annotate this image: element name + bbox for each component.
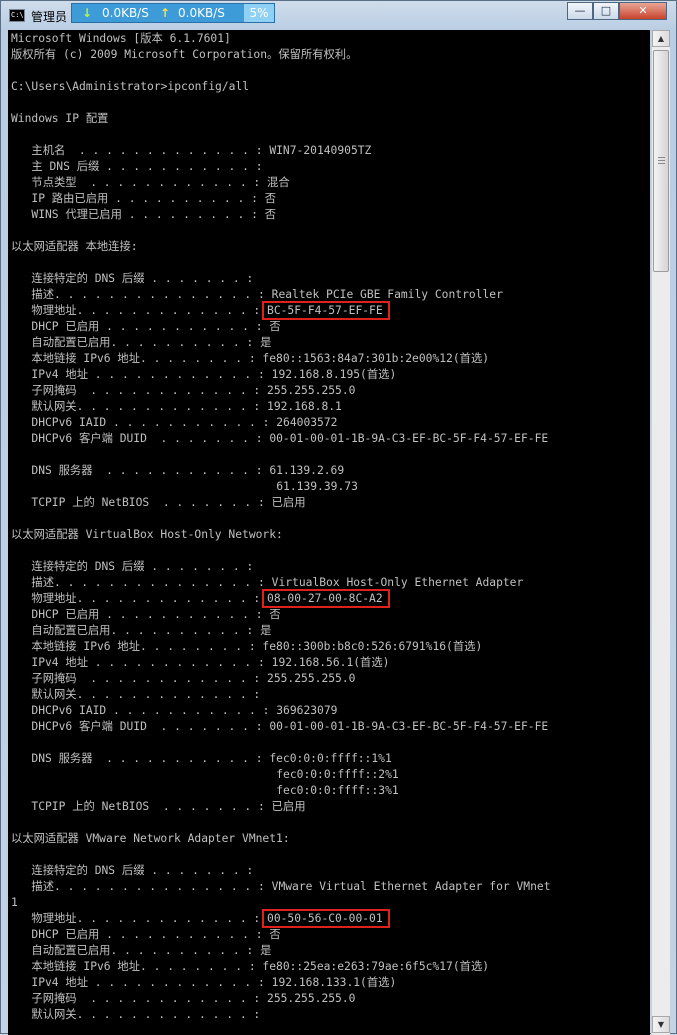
console-line: IP 路由已启用 . . . . . . . . . . : 否 bbox=[11, 192, 277, 205]
console-line: 描述. . . . . . . . . . . . . . . : Realte… bbox=[11, 288, 503, 301]
console-line: 连接特定的 DNS 后缀 . . . . . . . : bbox=[11, 560, 254, 573]
console-line: 自动配置已启用. . . . . . . . . . : 是 bbox=[11, 336, 272, 349]
console-line: 主机名 . . . . . . . . . . . . . : WIN7-201… bbox=[11, 144, 372, 157]
console-line: Windows IP 配置 bbox=[11, 112, 109, 125]
window-title: 管理员 bbox=[31, 10, 68, 24]
upload-speed: 0.0KB/S bbox=[178, 6, 225, 20]
console-line: IPv4 地址 . . . . . . . . . . . . : 192.16… bbox=[11, 368, 397, 381]
scroll-down-button[interactable]: ▼ bbox=[652, 1016, 670, 1033]
console-line: 子网掩码 . . . . . . . . . . . . : 255.255.2… bbox=[11, 384, 356, 397]
console-line: 本地链接 IPv6 地址. . . . . . . . : fe80::300b… bbox=[11, 640, 483, 653]
mac-highlight-box bbox=[262, 589, 390, 608]
console-line: DNS 服务器 . . . . . . . . . . . : 61.139.2… bbox=[11, 464, 345, 477]
title-bar[interactable]: C:\ 管理员 ↓ 0.0KB/S ↑ 0.0KB/S 5% — □ ✕ bbox=[1, 1, 677, 29]
console-line: 自动配置已启用. . . . . . . . . . : 是 bbox=[11, 944, 272, 957]
console-line: TCPIP 上的 NetBIOS . . . . . . . : 已启用 bbox=[11, 800, 306, 813]
network-speed-overlay: ↓ 0.0KB/S ↑ 0.0KB/S 5% bbox=[71, 3, 275, 23]
maximize-button[interactable]: □ bbox=[593, 2, 619, 20]
vertical-scrollbar[interactable]: ▲ ▼ bbox=[651, 30, 670, 1035]
console-line: WINS 代理已启用 . . . . . . . . . : 否 bbox=[11, 208, 277, 221]
console-line: 自动配置已启用. . . . . . . . . . : 是 bbox=[11, 624, 272, 637]
console-line: 默认网关. . . . . . . . . . . . . : 192.168.… bbox=[11, 400, 342, 413]
console-line: Microsoft Windows [版本 6.1.7601] bbox=[11, 32, 231, 45]
scroll-up-button[interactable]: ▲ bbox=[652, 30, 670, 47]
mac-highlight-box bbox=[262, 301, 390, 320]
console-line: DHCPv6 IAID . . . . . . . . . . . : 3696… bbox=[11, 704, 338, 717]
console-line: 节点类型 . . . . . . . . . . . . : 混合 bbox=[11, 176, 290, 189]
console-line: 连接特定的 DNS 后缀 . . . . . . . : bbox=[11, 272, 254, 285]
console-line: DHCPv6 IAID . . . . . . . . . . . : 2640… bbox=[11, 416, 338, 429]
minimize-button[interactable]: — bbox=[567, 2, 593, 20]
upload-arrow-icon: ↑ bbox=[160, 6, 171, 20]
close-button[interactable]: ✕ bbox=[619, 2, 667, 20]
console-line: DHCP 已启用 . . . . . . . . . . . : 否 bbox=[11, 320, 281, 333]
console-line: 以太网适配器 VirtualBox Host-Only Network: bbox=[11, 528, 283, 541]
console-line: 子网掩码 . . . . . . . . . . . . : 255.255.2… bbox=[11, 672, 356, 685]
console-line: 61.139.39.73 bbox=[11, 480, 358, 493]
console-line: IPv4 地址 . . . . . . . . . . . . : 192.16… bbox=[11, 976, 397, 989]
console-line: 本地链接 IPv6 地址. . . . . . . . : fe80::1563… bbox=[11, 352, 490, 365]
mac-highlight-box bbox=[262, 909, 390, 928]
console-line: 子网掩码 . . . . . . . . . . . . : 255.255.2… bbox=[11, 992, 356, 1005]
console-line: TCPIP 上的 NetBIOS . . . . . . . : 已启用 bbox=[11, 496, 306, 509]
download-speed: 0.0KB/S bbox=[102, 6, 149, 20]
console-line: 版权所有 (c) 2009 Microsoft Corporation。保留所有… bbox=[11, 48, 358, 61]
console-line: 描述. . . . . . . . . . . . . . . : VMware… bbox=[11, 880, 551, 893]
download-arrow-icon: ↓ bbox=[82, 6, 93, 20]
console-line: C:\Users\Administrator>ipconfig/all bbox=[11, 80, 250, 93]
console-output[interactable]: Microsoft Windows [版本 6.1.7601] 版权所有 (c) … bbox=[8, 30, 650, 1035]
console-line: 主 DNS 后缀 . . . . . . . . . . . : bbox=[11, 160, 263, 173]
console-line: 本地链接 IPv6 地址. . . . . . . . : fe80::25ea… bbox=[11, 960, 490, 973]
console-line: 连接特定的 DNS 后缀 . . . . . . . : bbox=[11, 864, 254, 877]
console-line: fec0:0:0:ffff::2%1 bbox=[11, 768, 399, 781]
cmd-icon: C:\ bbox=[9, 9, 25, 22]
console-line: 以太网适配器 本地连接: bbox=[11, 240, 138, 253]
console-line: fec0:0:0:ffff::3%1 bbox=[11, 784, 399, 797]
console-line: IPv4 地址 . . . . . . . . . . . . : 192.16… bbox=[11, 656, 390, 669]
scroll-thumb[interactable] bbox=[653, 50, 669, 272]
cmd-window: C:\ 管理员 ↓ 0.0KB/S ↑ 0.0KB/S 5% — □ ✕ Mic… bbox=[0, 0, 677, 1035]
console-line: 1 bbox=[11, 896, 18, 909]
console-line: DHCPv6 客户端 DUID . . . . . . . : 00-01-00… bbox=[11, 432, 549, 445]
console-line: DNS 服务器 . . . . . . . . . . . : fec0:0:0… bbox=[11, 752, 392, 765]
cpu-percent: 5% bbox=[244, 4, 274, 22]
console-line: DHCP 已启用 . . . . . . . . . . . : 否 bbox=[11, 608, 281, 621]
console-line: DHCPv6 客户端 DUID . . . . . . . : 00-01-00… bbox=[11, 720, 549, 733]
console-line: 以太网适配器 VMware Network Adapter VMnet1: bbox=[11, 832, 290, 845]
console-line: DHCP 已启用 . . . . . . . . . . . : 否 bbox=[11, 928, 281, 941]
console-line: 默认网关. . . . . . . . . . . . . : bbox=[11, 1008, 261, 1021]
console-line: 默认网关. . . . . . . . . . . . . : bbox=[11, 688, 261, 701]
